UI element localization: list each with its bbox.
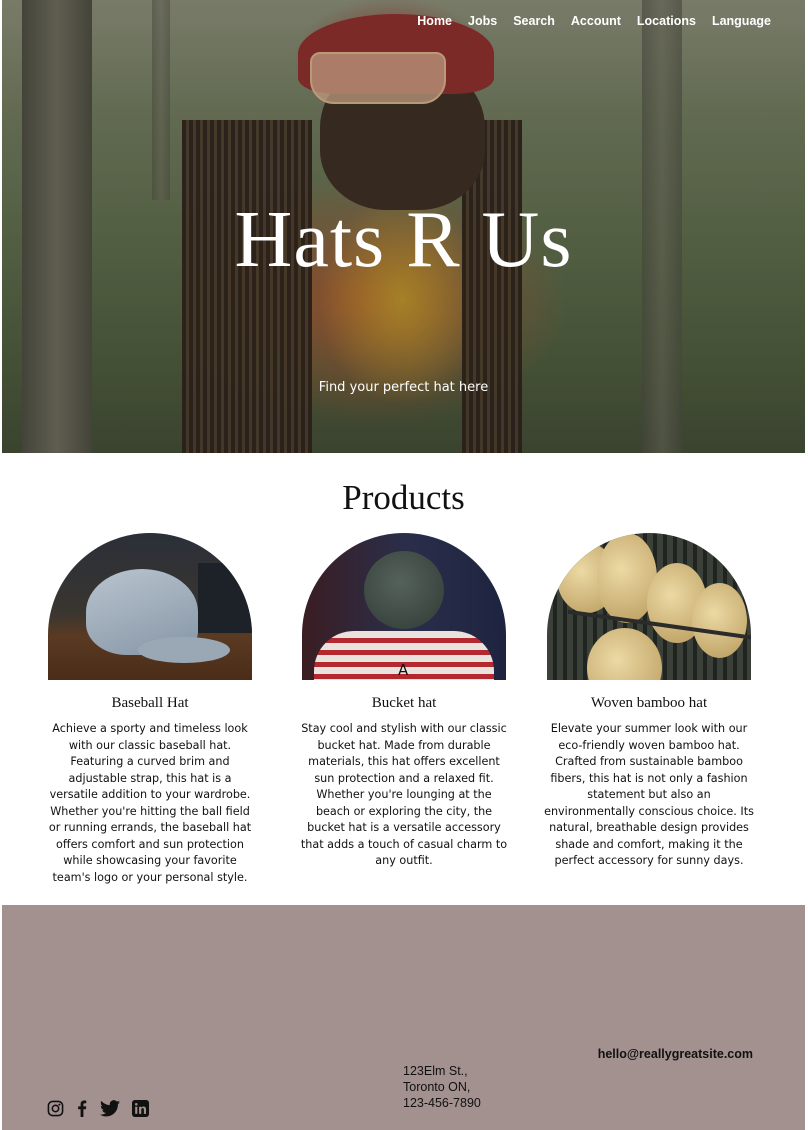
product-card-baseball-hat[interactable]: Baseball Hat Achieve a sporty and timele… xyxy=(35,533,265,886)
product-name[interactable]: Baseball Hat xyxy=(35,695,265,712)
cap-brim xyxy=(138,637,230,663)
footer-address: 123Elm St., Toronto ON, 123-456-7890 xyxy=(403,1063,481,1112)
twitter-icon[interactable] xyxy=(100,1100,120,1122)
address-line: 123Elm St., xyxy=(403,1064,468,1078)
footer-email[interactable]: hello@reallygreatsite.com xyxy=(598,1047,753,1061)
address-line: Toronto ON, xyxy=(403,1080,471,1095)
nav-language[interactable]: Language xyxy=(712,14,771,28)
bamboo-hat-shape xyxy=(692,583,747,658)
product-card-woven-bamboo-hat[interactable]: Woven bamboo hat Elevate your summer loo… xyxy=(534,533,764,870)
linkedin-icon[interactable] xyxy=(132,1100,149,1122)
phone-number: 123-456-7890 xyxy=(403,1096,481,1111)
bamboo-hat-shape xyxy=(587,628,662,680)
footer: hello@reallygreatsite.com 123Elm St., To… xyxy=(2,905,805,1130)
laptop-shape xyxy=(198,563,252,633)
bucket-hat-photo[interactable]: A xyxy=(302,533,506,680)
instagram-icon[interactable] xyxy=(47,1100,64,1122)
nav-account[interactable]: Account xyxy=(571,14,621,28)
hero-title: Hats R Us xyxy=(234,196,573,284)
product-description: Achieve a sporty and timeless look with … xyxy=(48,722,252,884)
top-nav: Home Jobs Search Account Locations Langu… xyxy=(401,14,771,28)
facebook-icon[interactable] xyxy=(76,1100,88,1122)
products-heading: Products xyxy=(342,478,465,517)
nav-home[interactable]: Home xyxy=(417,14,452,28)
product-description: Stay cool and stylish with our classic b… xyxy=(300,722,508,867)
hero-banner: Home Jobs Search Account Locations Langu… xyxy=(2,0,805,453)
product-card-bucket-hat[interactable]: A Bucket hat Stay cool and stylish with … xyxy=(289,533,519,870)
image-overlay-letter: A xyxy=(398,661,409,679)
product-name[interactable]: Bucket hat xyxy=(289,695,519,712)
page: Home Jobs Search Account Locations Langu… xyxy=(2,0,805,1130)
baseball-cap-photo[interactable] xyxy=(48,533,252,680)
product-name[interactable]: Woven bamboo hat xyxy=(534,695,764,712)
bucket-hat-shape xyxy=(364,551,444,629)
nav-search[interactable]: Search xyxy=(513,14,555,28)
nav-locations[interactable]: Locations xyxy=(637,14,696,28)
product-description: Elevate your summer look with our eco-fr… xyxy=(544,722,754,867)
hero-subtitle: Find your perfect hat here xyxy=(318,380,489,395)
bamboo-hat-photo[interactable] xyxy=(547,533,751,680)
social-links xyxy=(47,1100,149,1122)
nav-jobs[interactable]: Jobs xyxy=(468,14,497,28)
